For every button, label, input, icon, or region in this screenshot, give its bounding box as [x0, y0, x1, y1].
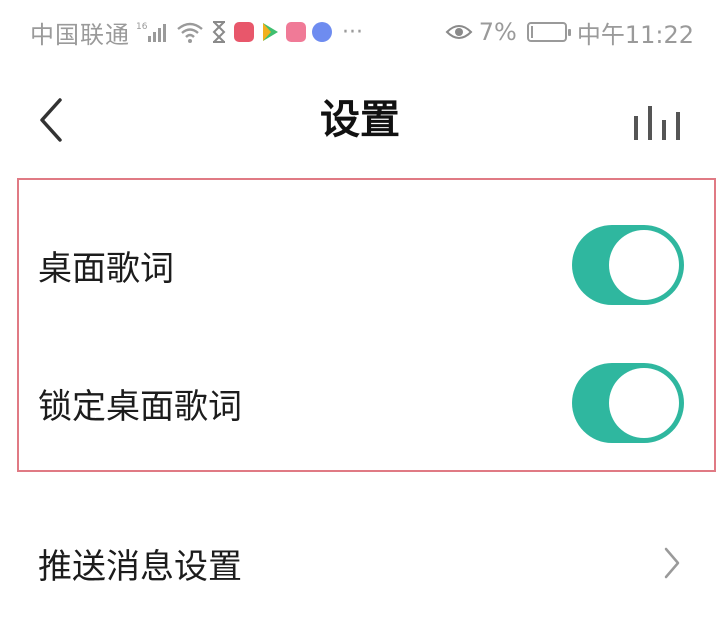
setting-desktop-lyrics: 桌面歌词	[0, 210, 720, 320]
lock-desktop-lyrics-toggle[interactable]	[572, 363, 684, 443]
settings-screen: 中国联通 16 ··· 7% 中午11:22 设置 桌面歌词 锁定桌面歌词 推送…	[0, 0, 720, 634]
wifi-icon	[176, 20, 204, 44]
chevron-right-icon	[660, 543, 684, 583]
carrier-name: 中国联通	[30, 20, 130, 49]
toggle-knob	[609, 230, 679, 300]
setting-lock-desktop-lyrics: 锁定桌面歌词	[0, 348, 720, 458]
setting-label: 推送消息设置	[38, 546, 242, 587]
setting-push-messages[interactable]: 推送消息设置	[0, 508, 720, 618]
status-bar-left: 中国联通 16 ···	[30, 15, 363, 50]
app-icon-red	[234, 22, 254, 42]
setting-label: 锁定桌面歌词	[38, 386, 242, 427]
toggle-knob	[609, 368, 679, 438]
desktop-lyrics-toggle[interactable]	[572, 225, 684, 305]
status-bar-right: 7% 中午11:22	[445, 15, 694, 50]
clock: 中午11:22	[576, 20, 694, 49]
status-bar: 中国联通 16 ··· 7% 中午11:22	[0, 0, 720, 64]
eye-icon	[445, 22, 473, 42]
hourglass-icon	[210, 20, 228, 44]
equalizer-icon	[634, 106, 680, 140]
signal-icon: 16	[136, 20, 170, 44]
network-badge: 16	[136, 22, 148, 32]
battery-percent: 7%	[478, 18, 517, 46]
setting-label: 桌面歌词	[38, 248, 174, 289]
battery-level	[530, 26, 533, 38]
page-title: 设置	[320, 97, 400, 143]
battery-icon	[526, 22, 571, 42]
header: 设置	[0, 70, 720, 170]
more-notifications: ···	[342, 19, 363, 45]
app-icon-pink	[286, 22, 306, 42]
app-icon-blue	[312, 22, 332, 42]
app-icon-play	[260, 21, 280, 43]
equalizer-button[interactable]	[630, 100, 684, 144]
